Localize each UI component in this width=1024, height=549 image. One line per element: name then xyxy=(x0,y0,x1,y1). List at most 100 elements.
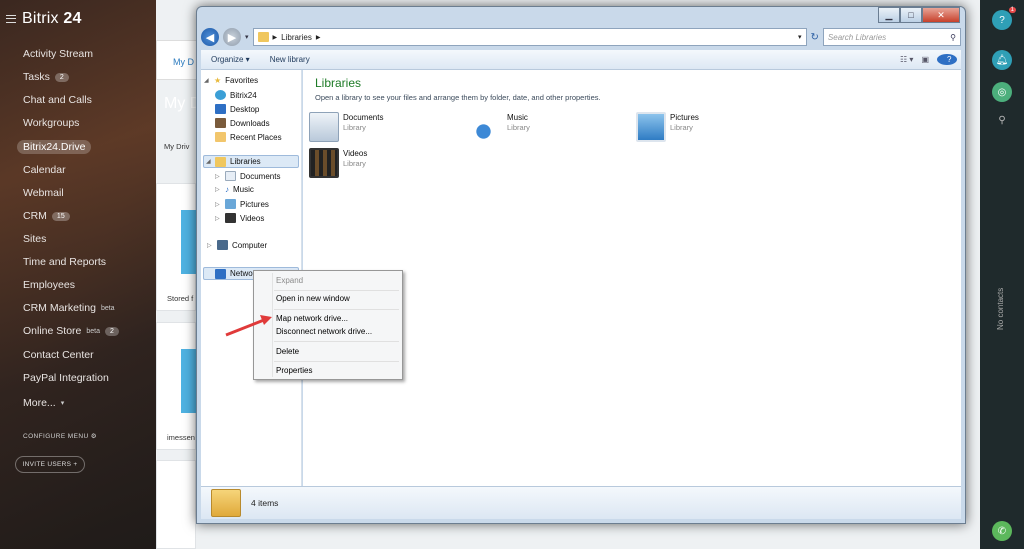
sidebar-item-crm-marketing[interactable]: CRM Marketing beta xyxy=(23,302,115,314)
invite-users-button[interactable]: INVITE USERS + xyxy=(15,456,85,473)
bell-icon: 🔔︎ xyxy=(995,54,1009,66)
forward-arrow-icon: ▶ xyxy=(227,31,237,44)
sidebar-item-webmail[interactable]: Webmail xyxy=(23,187,64,199)
right-panel: ? 1 🔔︎ ◎ ⚲ No contacts ✆ xyxy=(980,0,1024,549)
sidebar-item-label: More... xyxy=(23,397,56,409)
close-button[interactable]: ✕ xyxy=(922,7,960,23)
explorer-window: ▁ □ ✕ ◀ ▶ ▾ ▶ Libraries ▶ ▾ ↻ Search Lib… xyxy=(196,6,966,524)
downloads-icon xyxy=(215,118,226,128)
music-icon: ♪ xyxy=(225,185,229,194)
back-button[interactable]: ◀ xyxy=(201,28,219,46)
menu-item-delete[interactable]: Delete xyxy=(276,347,299,356)
change-view-icon[interactable]: ☷ ▾ xyxy=(896,55,917,64)
nav-favorites[interactable]: ◢ ★ Favorites xyxy=(204,76,258,85)
count-badge: 2 xyxy=(54,72,69,82)
status-bar: 4 items xyxy=(201,486,961,519)
annotation-arrow xyxy=(225,315,272,337)
sidebar-item-crm[interactable]: CRM 15 xyxy=(23,210,70,222)
nav-computer[interactable]: ▷ Computer xyxy=(207,240,267,250)
help-button[interactable]: ? 1 xyxy=(992,7,1016,30)
menu-item-properties[interactable]: Properties xyxy=(276,366,312,375)
chat-button[interactable]: ◎ xyxy=(992,82,1012,102)
sidebar-item-workgroups[interactable]: Workgroups xyxy=(23,117,79,129)
portal-logo[interactable]: Bitrix 24 xyxy=(22,10,82,28)
network-icon xyxy=(215,268,226,279)
library-music[interactable]: Music Library xyxy=(473,112,530,142)
address-bar[interactable]: ▶ Libraries ▶ ▾ xyxy=(252,28,807,46)
beta-tag: beta xyxy=(100,304,115,312)
organize-button[interactable]: Organize ▾ xyxy=(201,55,260,64)
search-button[interactable]: ⚲ xyxy=(992,110,1012,130)
nav-bitrix24[interactable]: Bitrix24 xyxy=(215,90,257,100)
nav-documents[interactable]: ▷ Documents xyxy=(215,171,280,181)
sidebar-item-bitrix24-drive[interactable]: Bitrix24.Drive xyxy=(17,140,92,154)
configure-menu-link[interactable]: CONFIGURE MENU ⚙ xyxy=(23,432,97,440)
star-icon: ★ xyxy=(214,76,222,85)
recent-places-icon xyxy=(215,132,226,142)
new-library-button[interactable]: New library xyxy=(260,55,320,64)
nav-pictures[interactable]: ▷ Pictures xyxy=(215,199,269,209)
forward-button[interactable]: ▶ xyxy=(223,28,241,46)
file-card[interactable]: Stored f xyxy=(156,183,197,311)
pictures-icon xyxy=(225,199,236,209)
sidebar-item-label: Sites xyxy=(23,233,47,245)
count-badge: 15 xyxy=(51,211,70,221)
nav-libraries[interactable]: ◢ Libraries xyxy=(203,155,299,168)
maximize-button[interactable]: □ xyxy=(900,7,922,23)
library-videos[interactable]: Videos Library xyxy=(309,148,367,178)
phone-icon: ✆ xyxy=(997,525,1007,537)
sidebar-item-activity-stream[interactable]: Activity Stream xyxy=(23,48,93,60)
libraries-icon xyxy=(257,32,269,42)
search-icon: ⚲ xyxy=(950,32,956,42)
content-subtitle: Open a library to see your files and arr… xyxy=(315,93,601,102)
menu-icon[interactable] xyxy=(6,15,16,23)
libraries-folder-icon xyxy=(211,489,241,517)
no-contacts-label: No contacts xyxy=(996,287,1005,330)
nav-desktop[interactable]: Desktop xyxy=(215,104,259,114)
nav-recent-places[interactable]: Recent Places xyxy=(215,132,282,142)
desktop-icon xyxy=(215,104,226,114)
nav-downloads[interactable]: Downloads xyxy=(215,118,270,128)
back-arrow-icon: ◀ xyxy=(205,31,215,44)
nav-music[interactable]: ▷ ♪ Music xyxy=(215,185,254,194)
computer-icon xyxy=(217,240,228,250)
help-icon[interactable]: ? xyxy=(933,54,961,65)
sidebar-item-paypal-integration[interactable]: PayPal Integration xyxy=(23,372,109,384)
sidebar-item-contact-center[interactable]: Contact Center xyxy=(23,349,94,361)
sidebar-item-label: CRM xyxy=(23,210,47,222)
sidebar-item-tasks[interactable]: Tasks 2 xyxy=(23,71,69,83)
count-badge: 2 xyxy=(105,326,119,336)
preview-pane-icon[interactable]: ▣ xyxy=(917,55,933,64)
sidebar-item-time-and-reports[interactable]: Time and Reports xyxy=(23,256,106,268)
sidebar-item-label: PayPal Integration xyxy=(23,372,109,384)
sidebar-item-label: Chat and Calls xyxy=(23,94,92,106)
sidebar-item-label: Online Store xyxy=(23,325,82,337)
sidebar-item-chat-and-calls[interactable]: Chat and Calls xyxy=(23,94,92,106)
history-dropdown-icon[interactable]: ▾ xyxy=(245,33,249,41)
command-bar: Organize ▾ New library ☷ ▾ ▣ ? xyxy=(201,50,961,70)
minimize-button[interactable]: ▁ xyxy=(878,7,900,23)
bell-button[interactable]: 🔔︎ xyxy=(992,50,1012,70)
file-card[interactable] xyxy=(156,460,196,549)
menu-item-expand[interactable]: Expand xyxy=(276,276,303,285)
search-box[interactable]: Search Libraries ⚲ xyxy=(822,28,961,46)
library-documents[interactable]: Documents Library xyxy=(309,112,383,142)
sidebar-item-label: CRM Marketing xyxy=(23,302,96,314)
notification-badge: 1 xyxy=(1008,7,1016,13)
sidebar-item-more[interactable]: More... ▾ xyxy=(23,397,64,409)
nav-videos[interactable]: ▷ Videos xyxy=(215,213,264,223)
address-dropdown-icon[interactable]: ▾ xyxy=(798,33,806,41)
sidebar-item-sites[interactable]: Sites xyxy=(23,233,46,245)
library-pictures[interactable]: Pictures Library xyxy=(636,112,699,142)
sidebar-item-employees[interactable]: Employees xyxy=(23,279,75,291)
sidebar-item-calendar[interactable]: Calendar xyxy=(23,164,66,176)
sidebar-item-online-store[interactable]: Online Store beta 2 xyxy=(23,325,119,337)
phone-button[interactable]: ✆ xyxy=(992,521,1012,541)
refresh-icon[interactable]: ↻ xyxy=(811,32,819,43)
menu-item-open-new-window[interactable]: Open in new window xyxy=(276,294,350,303)
menu-item-disconnect-network-drive[interactable]: Disconnect network drive... xyxy=(276,327,372,336)
search-icon: ⚲ xyxy=(998,114,1006,126)
file-card[interactable]: imessen xyxy=(156,322,197,450)
menu-item-map-network-drive[interactable]: Map network drive... xyxy=(276,314,348,323)
portal-sidebar: Bitrix 24 Activity Stream Tasks 2 Chat and … xyxy=(0,0,156,549)
